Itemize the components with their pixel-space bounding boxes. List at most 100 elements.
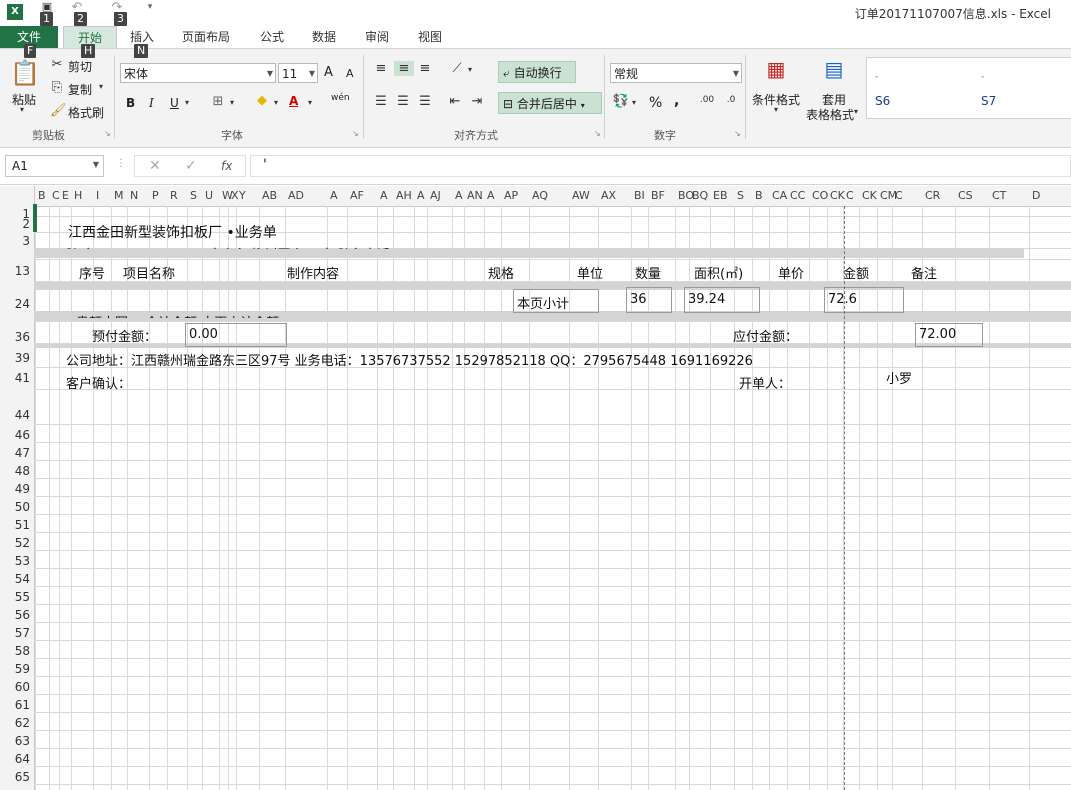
tab-page-layout[interactable]: 页面布局 xyxy=(176,26,236,48)
align-middle-icon[interactable]: ≡ xyxy=(394,61,414,76)
column-header[interactable]: EB xyxy=(713,186,728,206)
orientation-dropdown-icon[interactable]: ▾ xyxy=(468,65,472,74)
shrink-font-button[interactable]: A xyxy=(346,67,354,80)
column-header[interactable]: AP xyxy=(504,186,518,206)
format-painter-icon[interactable]: 🖌 xyxy=(50,103,67,118)
column-header[interactable]: AQ xyxy=(532,186,548,206)
row-header[interactable]: 57 xyxy=(0,626,30,640)
column-header[interactable]: A xyxy=(330,186,338,206)
row-header[interactable]: 58 xyxy=(0,644,30,658)
save-icon[interactable]: ▣ xyxy=(40,0,54,13)
column-header[interactable]: P xyxy=(152,186,159,206)
paste-icon[interactable]: 📋 xyxy=(10,59,40,89)
customer-confirm-label[interactable]: 客户确认： xyxy=(66,373,131,392)
grow-font-button[interactable]: A xyxy=(324,65,333,80)
row-header[interactable]: 3 xyxy=(0,234,30,248)
table-format-dropdown-icon[interactable]: ▾ xyxy=(854,107,858,116)
column-header[interactable]: N xyxy=(130,186,138,206)
column-header[interactable]: S xyxy=(737,186,744,206)
font-color-icon[interactable]: A xyxy=(289,94,298,108)
cancel-icon[interactable]: ✕ xyxy=(149,158,161,174)
column-header[interactable]: AH xyxy=(396,186,412,206)
column-header[interactable]: CK xyxy=(830,186,845,206)
row-header[interactable]: 64 xyxy=(0,752,30,766)
column-header[interactable]: X xyxy=(231,186,239,206)
header-no[interactable]: 序号 xyxy=(79,263,105,282)
column-header[interactable]: I xyxy=(96,186,99,206)
decrease-indent-icon[interactable]: ⇤ xyxy=(446,94,464,109)
issuer-name[interactable]: 小罗 xyxy=(886,368,912,387)
header-amount[interactable]: 金额 xyxy=(843,263,869,282)
row-header[interactable]: 39 xyxy=(0,351,30,365)
row-header[interactable]: 2 xyxy=(0,217,30,231)
copy-dropdown-icon[interactable]: ▾ xyxy=(99,82,103,91)
decrease-decimal-icon[interactable]: .0 xyxy=(722,95,740,105)
style-s6[interactable]: S6 xyxy=(875,94,890,108)
column-header[interactable]: S xyxy=(190,186,197,206)
wrap-text-button[interactable]: ⤶ 自动换行 xyxy=(498,61,576,83)
column-header[interactable]: AB xyxy=(262,186,277,206)
phonetic-button[interactable]: wén xyxy=(331,93,350,103)
name-box[interactable]: A1 ▼ xyxy=(5,155,104,177)
customize-toolbar-icon[interactable]: ▾ xyxy=(144,2,156,12)
header-content[interactable]: 制作内容 xyxy=(287,263,339,282)
row-header[interactable]: 55 xyxy=(0,590,30,604)
tab-view[interactable]: 视图 xyxy=(410,26,450,48)
percent-button[interactable]: % xyxy=(649,95,662,111)
fill-color-icon[interactable]: ◆ xyxy=(254,93,270,108)
column-header[interactable]: R xyxy=(170,186,178,206)
row-header[interactable]: 24 xyxy=(0,297,30,311)
align-right-icon[interactable]: ☰ xyxy=(416,94,434,109)
column-header[interactable]: CK xyxy=(862,186,877,206)
issuer-label[interactable]: 开单人： xyxy=(739,373,791,392)
align-center-icon[interactable]: ☰ xyxy=(394,94,412,109)
enter-icon[interactable]: ✓ xyxy=(185,158,197,174)
bold-button[interactable]: B xyxy=(126,96,135,110)
paste-dropdown-icon[interactable]: ▾ xyxy=(20,105,24,114)
formula-input[interactable]: ' xyxy=(250,155,1071,177)
table-format-label-2[interactable]: 表格格式 xyxy=(806,106,854,123)
copy-icon[interactable]: ⎘ xyxy=(50,80,64,95)
row-header[interactable]: 63 xyxy=(0,734,30,748)
align-top-icon[interactable]: ≡ xyxy=(372,61,390,76)
column-header[interactable]: CT xyxy=(992,186,1006,206)
copy-button[interactable]: 复制 xyxy=(68,81,92,98)
font-name-combo[interactable]: 宋体 ▼ xyxy=(120,63,276,83)
clipboard-launcher-icon[interactable]: ↘ xyxy=(104,129,111,138)
header-area[interactable]: 面积(㎡) xyxy=(694,263,743,282)
sheet-heading[interactable]: 江西金田新型装饰扣板厂 •业务单 xyxy=(68,222,277,242)
row-header[interactable]: 48 xyxy=(0,464,30,478)
row-header[interactable]: 52 xyxy=(0,536,30,550)
undo-icon[interactable]: ↶ xyxy=(70,0,84,15)
column-header[interactable]: AX xyxy=(601,186,616,206)
insert-function-icon[interactable]: fx xyxy=(221,159,232,173)
accounting-format-icon[interactable]: 💱 xyxy=(612,94,630,109)
tab-data[interactable]: 数据 xyxy=(304,26,344,48)
column-header[interactable]: CS xyxy=(958,186,973,206)
header-unit[interactable]: 单位 xyxy=(577,263,603,282)
column-header[interactable]: A xyxy=(487,186,495,206)
column-header[interactable]: Y xyxy=(239,186,246,206)
column-header[interactable]: CC xyxy=(790,186,805,206)
row-header[interactable]: 36 xyxy=(0,330,30,344)
underline-button[interactable]: U xyxy=(170,96,179,110)
number-format-combo[interactable]: 常规 ▼ xyxy=(610,63,742,83)
column-header[interactable]: A xyxy=(417,186,425,206)
row-header[interactable]: 59 xyxy=(0,662,30,676)
column-header[interactable]: A xyxy=(380,186,388,206)
tab-review[interactable]: 审阅 xyxy=(357,26,397,48)
column-header[interactable]: A xyxy=(455,186,463,206)
header-note[interactable]: 备注 xyxy=(911,263,937,282)
row-header[interactable]: 46 xyxy=(0,428,30,442)
alignment-launcher-icon[interactable]: ↘ xyxy=(594,129,601,138)
tab-formulas[interactable]: 公式 xyxy=(252,26,292,48)
row-header[interactable]: 56 xyxy=(0,608,30,622)
column-header[interactable]: U xyxy=(205,186,213,206)
column-header[interactable]: CR xyxy=(925,186,940,206)
fill-color-dropdown-icon[interactable]: ▾ xyxy=(274,98,278,107)
row-header[interactable]: 61 xyxy=(0,698,30,712)
row-header[interactable]: 60 xyxy=(0,680,30,694)
merge-center-button[interactable]: ⊟ 合并后居中 ▾ xyxy=(498,92,602,114)
orientation-icon[interactable]: ⟋ xyxy=(448,61,466,76)
font-launcher-icon[interactable]: ↘ xyxy=(352,129,359,138)
